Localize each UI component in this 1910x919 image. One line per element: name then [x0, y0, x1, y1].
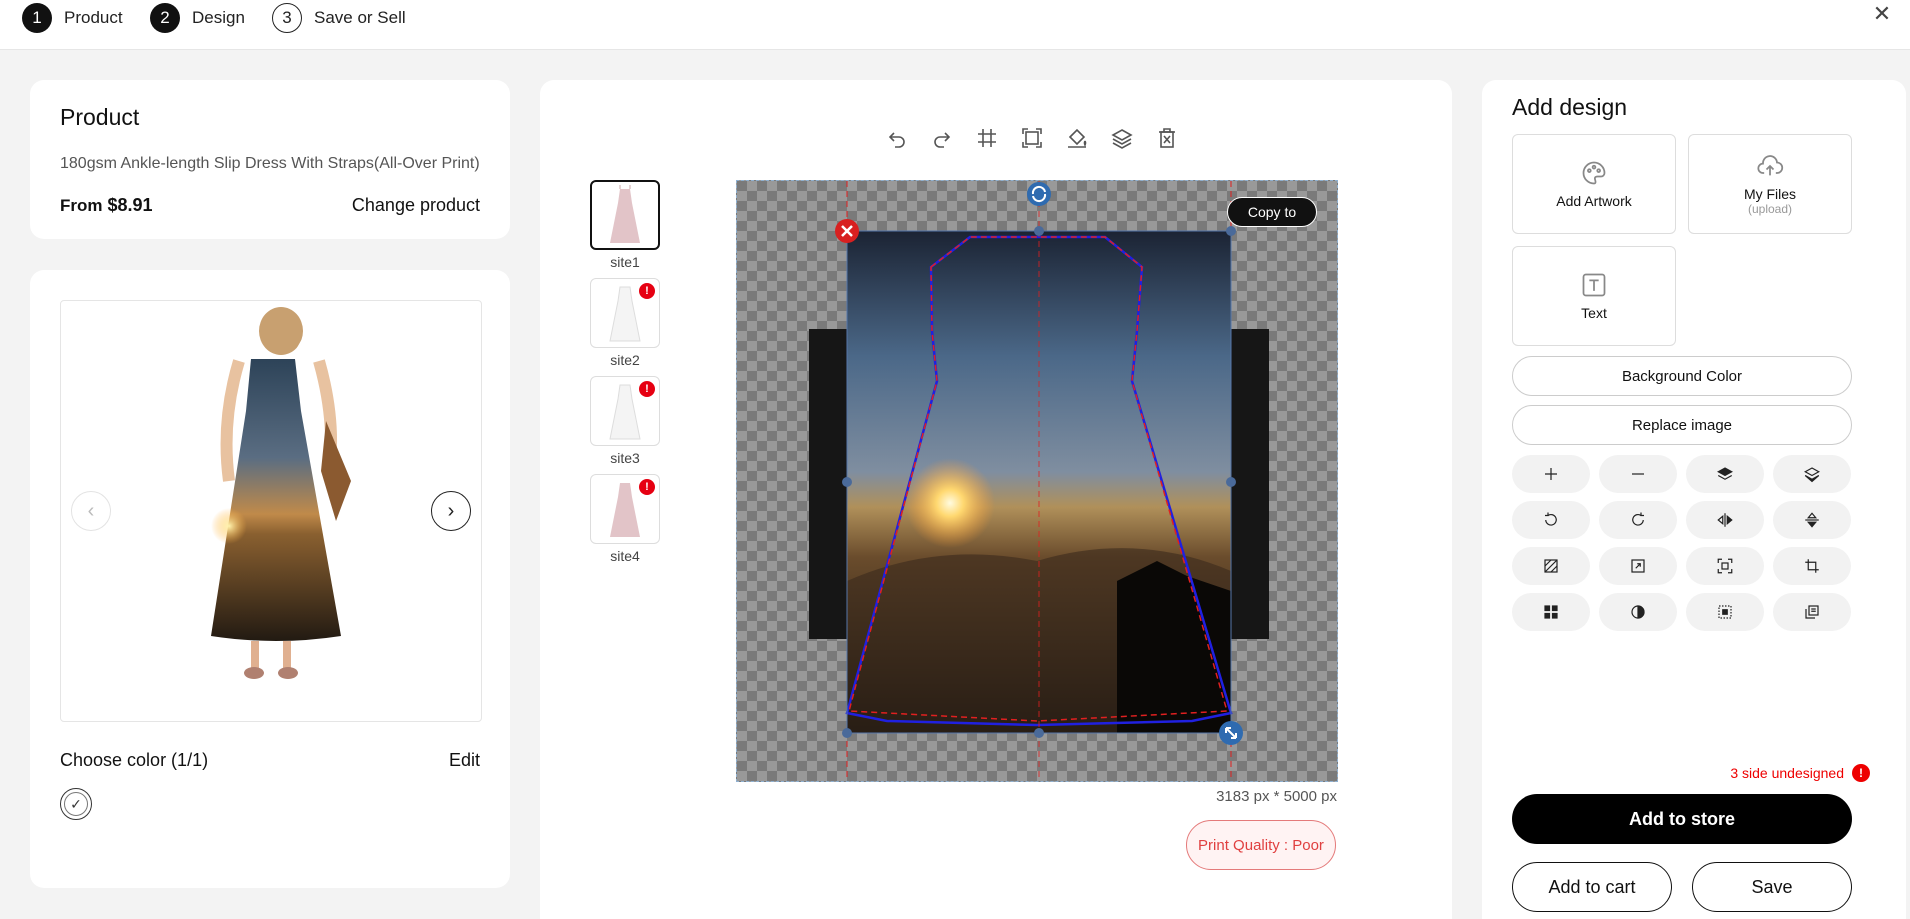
step-label: Design: [192, 8, 245, 27]
grid-icon[interactable]: [975, 126, 999, 150]
send-backward-icon[interactable]: [1773, 455, 1851, 493]
warning-icon: !: [639, 283, 655, 299]
undo-icon[interactable]: [885, 126, 909, 150]
card-label: My Files: [1743, 186, 1797, 202]
rotate-right-icon[interactable]: [1599, 501, 1677, 539]
remove-artwork-icon[interactable]: [834, 218, 860, 244]
copy-to-button[interactable]: Copy to: [1227, 197, 1317, 227]
delete-icon[interactable]: [1155, 126, 1179, 150]
warning-icon: !: [1852, 764, 1870, 782]
save-button[interactable]: Save: [1692, 862, 1852, 912]
step-label: Save or Sell: [314, 8, 406, 27]
color-swatch[interactable]: ✓: [60, 788, 92, 820]
change-product-link[interactable]: Change product: [352, 195, 480, 216]
print-quality-badge: Print Quality : Poor: [1186, 820, 1336, 870]
step-number: 2: [150, 3, 180, 33]
image-dimensions: 3183 px * 5000 px: [1216, 788, 1337, 805]
rotate-left-icon[interactable]: [1512, 501, 1590, 539]
transparency-icon[interactable]: [1686, 593, 1764, 631]
site-label: site1: [610, 254, 640, 270]
add-to-cart-button[interactable]: Add to cart: [1512, 862, 1672, 912]
replace-image-button[interactable]: Replace image: [1512, 405, 1852, 445]
rotate-handle-icon[interactable]: [1026, 181, 1052, 207]
pattern-icon[interactable]: [1512, 547, 1590, 585]
site-thumb-2[interactable]: !: [590, 278, 660, 348]
crop-icon[interactable]: [1773, 547, 1851, 585]
align-center-icon[interactable]: [1512, 593, 1590, 631]
site-thumb-1[interactable]: [590, 180, 660, 250]
site-label: site4: [610, 548, 640, 564]
zoom-out-icon[interactable]: [1599, 455, 1677, 493]
product-name: 180gsm Ankle-length Slip Dress With Stra…: [60, 155, 480, 172]
fit-icon[interactable]: [1686, 547, 1764, 585]
background-color-button[interactable]: Background Color: [1512, 356, 1852, 396]
product-title: Product: [60, 104, 140, 130]
resize-handle-icon[interactable]: [1218, 720, 1244, 746]
step-save-or-sell[interactable]: 3 Save or Sell: [272, 3, 406, 33]
site-thumb-4[interactable]: !: [590, 474, 660, 544]
add-design-title: Add design: [1512, 94, 1628, 120]
site-label: site3: [610, 450, 640, 466]
product-panel: Product 180gsm Ankle-length Slip Dress W…: [30, 80, 510, 239]
price-value: $8.91: [107, 195, 153, 215]
fit-screen-icon[interactable]: [1020, 126, 1044, 150]
palette-icon: [1582, 161, 1606, 185]
image-tools-grid: [1512, 455, 1852, 631]
site-thumbnails: site1 ! site2 ! site3 ! site4: [590, 180, 660, 572]
flip-horizontal-icon[interactable]: [1686, 501, 1764, 539]
cloud-upload-icon: [1757, 155, 1784, 176]
card-sublabel: (upload): [1747, 202, 1793, 216]
preview-prev-button[interactable]: ‹: [71, 491, 111, 531]
step-number: 3: [272, 3, 302, 33]
bring-forward-icon[interactable]: [1686, 455, 1764, 493]
warning-icon: !: [639, 381, 655, 397]
contrast-icon[interactable]: [1599, 593, 1677, 631]
site-label: site2: [610, 352, 640, 368]
my-files-card[interactable]: My Files (upload): [1688, 134, 1852, 234]
preview-panel: ‹ › Choose color (1/1) Edit ✓: [30, 270, 510, 888]
undesigned-warning: 3 side undesigned !: [1730, 764, 1870, 782]
card-label: Add Artwork: [1556, 193, 1632, 209]
duplicate-icon[interactable]: [1773, 593, 1851, 631]
redo-icon[interactable]: [930, 126, 954, 150]
step-product[interactable]: 1 Product: [22, 3, 123, 33]
canvas-toolbar: [885, 126, 1179, 150]
expand-icon[interactable]: [1599, 547, 1677, 585]
step-bar: 1 Product 2 Design 3 Save or Sell ✕: [0, 0, 1910, 50]
step-label: Product: [64, 8, 123, 27]
warning-icon: !: [639, 479, 655, 495]
dress-thumb-icon: [610, 185, 640, 243]
layers-icon[interactable]: [1110, 126, 1134, 150]
artwork-layer[interactable]: [737, 181, 1338, 782]
step-design[interactable]: 2 Design: [150, 3, 245, 33]
add-design-panel: Add design Add Artwork My Files (upload)…: [1482, 80, 1906, 919]
add-to-store-button[interactable]: Add to store: [1512, 794, 1852, 844]
product-price: From $8.91: [60, 195, 153, 216]
flip-vertical-icon[interactable]: [1773, 501, 1851, 539]
step-number: 1: [22, 3, 52, 33]
price-prefix: From: [60, 196, 103, 215]
close-icon[interactable]: ✕: [1870, 2, 1894, 26]
add-artwork-card[interactable]: Add Artwork: [1512, 134, 1676, 234]
preview-next-button[interactable]: ›: [431, 491, 471, 531]
site-thumb-3[interactable]: !: [590, 376, 660, 446]
edit-color-link[interactable]: Edit: [449, 750, 480, 771]
fill-icon[interactable]: [1065, 126, 1089, 150]
dress-preview-image: [211, 307, 351, 679]
choose-color-label: Choose color (1/1): [60, 750, 209, 770]
text-card[interactable]: Text: [1512, 246, 1676, 346]
design-canvas[interactable]: Copy to: [736, 180, 1338, 782]
product-preview: ‹ ›: [60, 300, 482, 722]
design-canvas-panel: site1 ! site2 ! site3 ! site4 Copy to 31…: [540, 80, 1452, 919]
card-label: Text: [1581, 305, 1607, 321]
text-icon: [1582, 273, 1606, 297]
undesigned-text: 3 side undesigned: [1730, 765, 1844, 781]
zoom-in-icon[interactable]: [1512, 455, 1590, 493]
check-icon: ✓: [64, 792, 88, 816]
